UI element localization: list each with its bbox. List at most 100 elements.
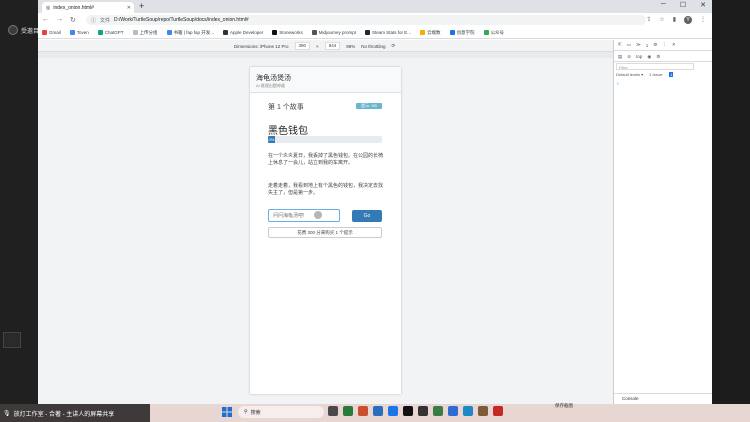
- reload-icon[interactable]: ↻: [70, 16, 76, 24]
- settings-icon[interactable]: ⚙: [653, 42, 657, 48]
- buy-hint-button[interactable]: 花费 300 分来购买 1 个提示: [268, 227, 382, 238]
- device-toggle-icon[interactable]: ▭: [627, 42, 631, 48]
- sidebar-toggle-icon[interactable]: ▤: [618, 54, 622, 60]
- bookmark-icon: [166, 30, 172, 35]
- taskbar-app-icon[interactable]: [388, 406, 398, 416]
- devtools-menu-icon[interactable]: ⋮: [662, 42, 667, 48]
- bookmarks-bar: Gmail Toven ChatGPT 上传分组 书籍 | fap fap 开发…: [38, 27, 712, 39]
- share-text: 放灯工作室 - 合著 - 主讲人的屏幕共享: [13, 411, 115, 418]
- clear-console-icon[interactable]: ⊘: [627, 54, 631, 60]
- chatgpt-icon: [97, 30, 103, 35]
- eye-icon[interactable]: ◉: [647, 54, 651, 60]
- close-window-icon[interactable]: ✕: [700, 1, 706, 9]
- forward-icon[interactable]: →: [56, 16, 63, 24]
- zoom-select[interactable]: 98%: [346, 44, 355, 49]
- midjourney-icon: [311, 30, 317, 35]
- touch-cursor: [314, 211, 322, 219]
- meeting-icon: [8, 25, 18, 35]
- levels-select[interactable]: Default levels ▾: [616, 72, 643, 77]
- browser-tab[interactable]: ◎ index_onion.html# ✕: [42, 2, 134, 13]
- bookmark-item[interactable]: Toven: [69, 30, 89, 35]
- taskbar-app-icon[interactable]: [403, 406, 413, 416]
- bookmark-item[interactable]: ChatGPT: [97, 30, 124, 35]
- bookmark-item[interactable]: Steam Stats for E...: [365, 30, 411, 35]
- taskbar-app-icon[interactable]: [448, 406, 458, 416]
- taskbar-app-icon[interactable]: [418, 406, 428, 416]
- bookmark-item[interactable]: 上传分组: [132, 30, 158, 36]
- inspect-icon[interactable]: ⇱: [618, 42, 622, 48]
- story-title: 黑色钱包: [268, 126, 308, 137]
- share-icon[interactable]: ⇪: [646, 16, 651, 24]
- back-icon[interactable]: ←: [42, 16, 49, 24]
- bookmark-item[interactable]: 书籍 | fap fap 开发...: [166, 30, 214, 36]
- taskbar-app-icon[interactable]: [463, 406, 473, 416]
- bookmark-item[interactable]: 云端数: [420, 30, 441, 36]
- menu-icon[interactable]: ⋮: [700, 16, 706, 24]
- console-settings-icon[interactable]: ⚙: [656, 54, 660, 60]
- console-prompt[interactable]: ›: [617, 81, 619, 87]
- bookmark-icon: [449, 30, 455, 35]
- taskbar-app-icon[interactable]: [358, 406, 368, 416]
- question-input[interactable]: [268, 209, 340, 222]
- app-subtitle: AI 推理出题神器: [256, 83, 285, 88]
- console-filter[interactable]: Filter: [616, 63, 694, 70]
- meeting-label: 受邀目: [21, 28, 40, 35]
- taskbar-search[interactable]: ⚲ 搜索: [238, 406, 324, 418]
- bookmark-item[interactable]: 公众号: [483, 30, 504, 36]
- issues-count-badge[interactable]: 1: [646, 43, 649, 48]
- taskbar-app-icon[interactable]: [343, 406, 353, 416]
- taskbar-app-icon[interactable]: [493, 406, 503, 416]
- apple-icon: [222, 30, 228, 35]
- taskbar-app-icon[interactable]: [478, 406, 488, 416]
- width-input[interactable]: 390: [294, 42, 311, 50]
- issues-badge[interactable]: 1: [669, 72, 674, 77]
- tab-bar: ◎ index_onion.html# ✕ + ─ ☐ ✕: [38, 0, 712, 13]
- minimize-icon[interactable]: ─: [661, 1, 666, 9]
- devtools-close-icon[interactable]: ✕: [672, 42, 676, 48]
- right-dark-strip: [712, 0, 750, 408]
- new-tab-button[interactable]: +: [139, 1, 144, 11]
- console-levels: Default levels ▾ 1 Issue: 1: [616, 72, 674, 77]
- throttle-select[interactable]: No throttling: [361, 44, 385, 49]
- taskbar-app-icon[interactable]: [433, 406, 443, 416]
- go-button[interactable]: Go: [352, 210, 382, 222]
- dimensions-select[interactable]: Dimensions: iPhone 12 Pro: [234, 44, 289, 49]
- taskbar-apps: [328, 406, 503, 416]
- star-icon[interactable]: ☆: [659, 16, 664, 24]
- rotate-icon[interactable]: ⟳: [391, 43, 395, 49]
- screen-share-banner[interactable]: 🎙 放灯工作室 - 合著 - 主讲人的屏幕共享: [0, 404, 150, 422]
- story-paragraph-1: 在一个炎炎夏日，我丢掉了黑色钱包。在公园的长椅上休息了一会儿，站立到我的车离开。: [268, 153, 384, 166]
- window-controls: ─ ☐ ✕: [661, 1, 706, 9]
- url-text: D:/Work/TurtleSoup/repo/TurtleSoup/docs/…: [114, 17, 249, 23]
- taskbar-app-icon[interactable]: [373, 406, 383, 416]
- bookmark-item[interactable]: 创意学院: [449, 30, 475, 36]
- story-paragraph-2: 走着走着，我看到地上有个黑色的钱包，我决定去找失主了，但是第一步。: [268, 183, 384, 196]
- height-input[interactable]: 844: [324, 42, 341, 50]
- bookmark-item[interactable]: Gmail: [42, 30, 61, 35]
- taskbar-app-icon[interactable]: [328, 406, 338, 416]
- meeting-mini-panel[interactable]: [3, 332, 21, 348]
- bookmark-item[interactable]: Stoneworks: [272, 30, 303, 35]
- more-tabs-icon[interactable]: ≫: [636, 42, 641, 48]
- viewport-ruler: [38, 52, 613, 58]
- bookmark-item[interactable]: Apple Developer: [222, 30, 263, 35]
- meeting-badge[interactable]: 受邀目: [8, 22, 39, 38]
- address-bar[interactable]: ⓘ 文件 D:/Work/TurtleSoup/repo/TurtleSoup/…: [86, 15, 646, 25]
- maximize-icon[interactable]: ☐: [680, 1, 686, 9]
- issues-label[interactable]: 1 Issue:: [649, 72, 663, 77]
- console-drawer-tab[interactable]: Console: [614, 393, 713, 402]
- steam-icon: [365, 30, 371, 35]
- times-sign: ×: [316, 43, 319, 49]
- wechat-icon: [483, 30, 489, 35]
- progress-bar: 0%: [268, 136, 382, 143]
- close-tab-icon[interactable]: ✕: [127, 5, 131, 11]
- sidebar-icon[interactable]: ▮: [673, 16, 676, 24]
- bookmark-item[interactable]: Midjourney prompt: [311, 30, 356, 35]
- file-info-icon: ⓘ: [91, 17, 97, 24]
- windows-start-icon[interactable]: [222, 407, 232, 417]
- globe-icon: ◎: [46, 4, 51, 11]
- profile-avatar[interactable]: Y: [684, 16, 692, 24]
- story-number: 第 1 个故事: [268, 104, 304, 111]
- folder-icon: [132, 30, 138, 35]
- context-select[interactable]: top: [636, 54, 642, 59]
